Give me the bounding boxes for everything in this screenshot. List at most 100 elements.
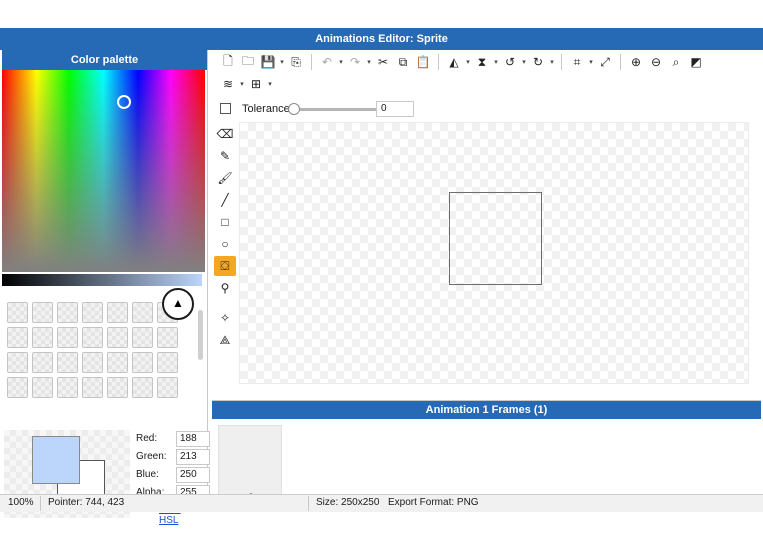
palette-swatch[interactable] <box>7 377 28 398</box>
palette-swatch[interactable] <box>57 302 78 323</box>
green-field[interactable]: 213 <box>176 449 210 465</box>
toolbar-separator <box>620 54 621 70</box>
animations-editor-window: Animations Editor: Sprite Color palette … <box>0 28 763 526</box>
cut-icon[interactable]: ✂ <box>373 52 393 72</box>
toolbar-separator <box>438 54 439 70</box>
drawing-canvas[interactable] <box>239 122 749 384</box>
red-field[interactable]: 188 <box>176 431 210 447</box>
toolbar-row-2: ≋ ▾ ⊞ ▾ <box>218 74 274 94</box>
palette-swatch[interactable] <box>32 327 53 348</box>
sprite-canvas[interactable] <box>449 192 542 285</box>
redo-icon[interactable]: ↷ <box>345 52 365 72</box>
select-point-icon[interactable]: ✧ <box>214 308 236 328</box>
color-spectrum[interactable] <box>2 70 205 272</box>
palette-swatch[interactable] <box>157 377 178 398</box>
palette-swatch[interactable] <box>132 327 153 348</box>
blue-label: Blue: <box>136 469 159 480</box>
palette-swatch[interactable] <box>132 302 153 323</box>
brush-icon[interactable]: 🖌 <box>214 168 236 188</box>
zoom-out-icon[interactable]: ⊖ <box>646 52 666 72</box>
green-row: Green: 213 <box>136 449 210 465</box>
dropdown-arrow-icon[interactable]: ▾ <box>337 58 345 66</box>
spectrum-cursor[interactable] <box>117 95 131 109</box>
hsl-link[interactable]: HSL <box>159 515 178 526</box>
grid-icon[interactable]: ⊞ <box>246 74 266 94</box>
status-pointer: Pointer: 744, 423 <box>48 497 125 508</box>
palette-swatch[interactable] <box>7 352 28 373</box>
dropdown-arrow-icon[interactable]: ▾ <box>492 58 500 66</box>
selection-mode-icon[interactable] <box>220 103 231 114</box>
window-title: Animations Editor: Sprite <box>0 28 763 50</box>
resize-icon[interactable]: ⤢ <box>595 52 615 72</box>
status-zoom: 100% <box>8 497 34 508</box>
new-file-icon[interactable]: 🗋 <box>218 52 238 72</box>
dropdown-arrow-icon[interactable]: ▾ <box>464 58 472 66</box>
dropdown-arrow-icon[interactable]: ▾ <box>587 58 595 66</box>
palette-swatch[interactable] <box>107 352 128 373</box>
palette-swatch[interactable] <box>132 377 153 398</box>
green-label: Green: <box>136 451 167 462</box>
copy-icon[interactable]: ⧉ <box>393 52 413 72</box>
tolerance-slider[interactable] <box>288 103 377 115</box>
palette-swatch[interactable] <box>57 377 78 398</box>
save-icon[interactable]: 💾 <box>258 52 278 72</box>
status-bar: 100% Pointer: 744, 423 Size: 250x250 Exp… <box>0 494 763 512</box>
palette-swatch[interactable] <box>32 352 53 373</box>
palette-swatch[interactable] <box>82 352 103 373</box>
node-icon[interactable]: ⟁ <box>214 330 236 350</box>
palette-swatch[interactable] <box>157 352 178 373</box>
palette-swatch[interactable] <box>7 327 28 348</box>
palette-swatch[interactable] <box>82 377 103 398</box>
dropdown-arrow-icon[interactable]: ▾ <box>520 58 528 66</box>
palette-swatch[interactable] <box>57 327 78 348</box>
fill-bucket-icon[interactable]: ⛋ <box>214 256 236 276</box>
tolerance-field[interactable]: 0 <box>376 101 414 117</box>
palette-swatch[interactable] <box>107 302 128 323</box>
palette-swatch[interactable] <box>82 327 103 348</box>
palette-swatch[interactable] <box>107 377 128 398</box>
tolerance-slider-thumb[interactable] <box>288 103 300 115</box>
flip-vertical-icon[interactable]: ⧗ <box>472 52 492 72</box>
undo-icon[interactable]: ↶ <box>317 52 337 72</box>
eraser-icon[interactable]: ⌫ <box>214 124 236 144</box>
palette-swatch[interactable] <box>132 352 153 373</box>
scroll-up-button[interactable]: ▲ <box>162 288 194 320</box>
line-icon[interactable]: ╱ <box>214 190 236 210</box>
zoom-in-icon[interactable]: ⊕ <box>626 52 646 72</box>
paste-icon[interactable]: 📋 <box>413 52 433 72</box>
flip-horizontal-icon[interactable]: ◭ <box>444 52 464 72</box>
rectangle-icon[interactable]: □ <box>214 212 236 232</box>
dropdown-arrow-icon[interactable]: ▾ <box>365 58 373 66</box>
color-palette-header: Color palette <box>2 50 207 70</box>
tolerance-label: Tolerance <box>242 103 290 115</box>
palette-swatch[interactable] <box>107 327 128 348</box>
dropdown-arrow-icon[interactable]: ▾ <box>548 58 556 66</box>
palette-swatch[interactable] <box>157 327 178 348</box>
palette-swatch[interactable] <box>82 302 103 323</box>
primary-color-swatch[interactable] <box>32 436 80 484</box>
palette-swatch[interactable] <box>32 377 53 398</box>
ellipse-icon[interactable]: ○ <box>214 234 236 254</box>
contrast-icon[interactable]: ◩ <box>686 52 706 72</box>
dropdown-arrow-icon[interactable]: ▾ <box>278 58 286 66</box>
layers-icon[interactable]: ≋ <box>218 74 238 94</box>
red-label: Red: <box>136 433 158 444</box>
eyedropper-icon[interactable]: ⚲ <box>214 278 236 298</box>
palette-swatch[interactable] <box>57 352 78 373</box>
tool-options-bar: Tolerance 0 <box>212 100 761 120</box>
rotate-left-icon[interactable]: ↺ <box>500 52 520 72</box>
zoom-fit-icon[interactable]: ⌕ <box>666 52 686 72</box>
swatch-area: ▲ <box>2 288 207 398</box>
palette-swatch[interactable] <box>7 302 28 323</box>
export-icon[interactable]: ⎘ <box>286 52 306 72</box>
swatch-scrollbar[interactable] <box>198 310 203 360</box>
open-folder-icon[interactable]: 🗀 <box>238 52 258 72</box>
crop-icon[interactable]: ⌗ <box>567 52 587 72</box>
blue-field[interactable]: 250 <box>176 467 210 483</box>
pencil-icon[interactable]: ✎ <box>214 146 236 166</box>
dropdown-arrow-icon[interactable]: ▾ <box>266 80 274 88</box>
rotate-right-icon[interactable]: ↻ <box>528 52 548 72</box>
dropdown-arrow-icon[interactable]: ▾ <box>238 80 246 88</box>
palette-swatch[interactable] <box>32 302 53 323</box>
shade-bar[interactable] <box>2 274 202 286</box>
